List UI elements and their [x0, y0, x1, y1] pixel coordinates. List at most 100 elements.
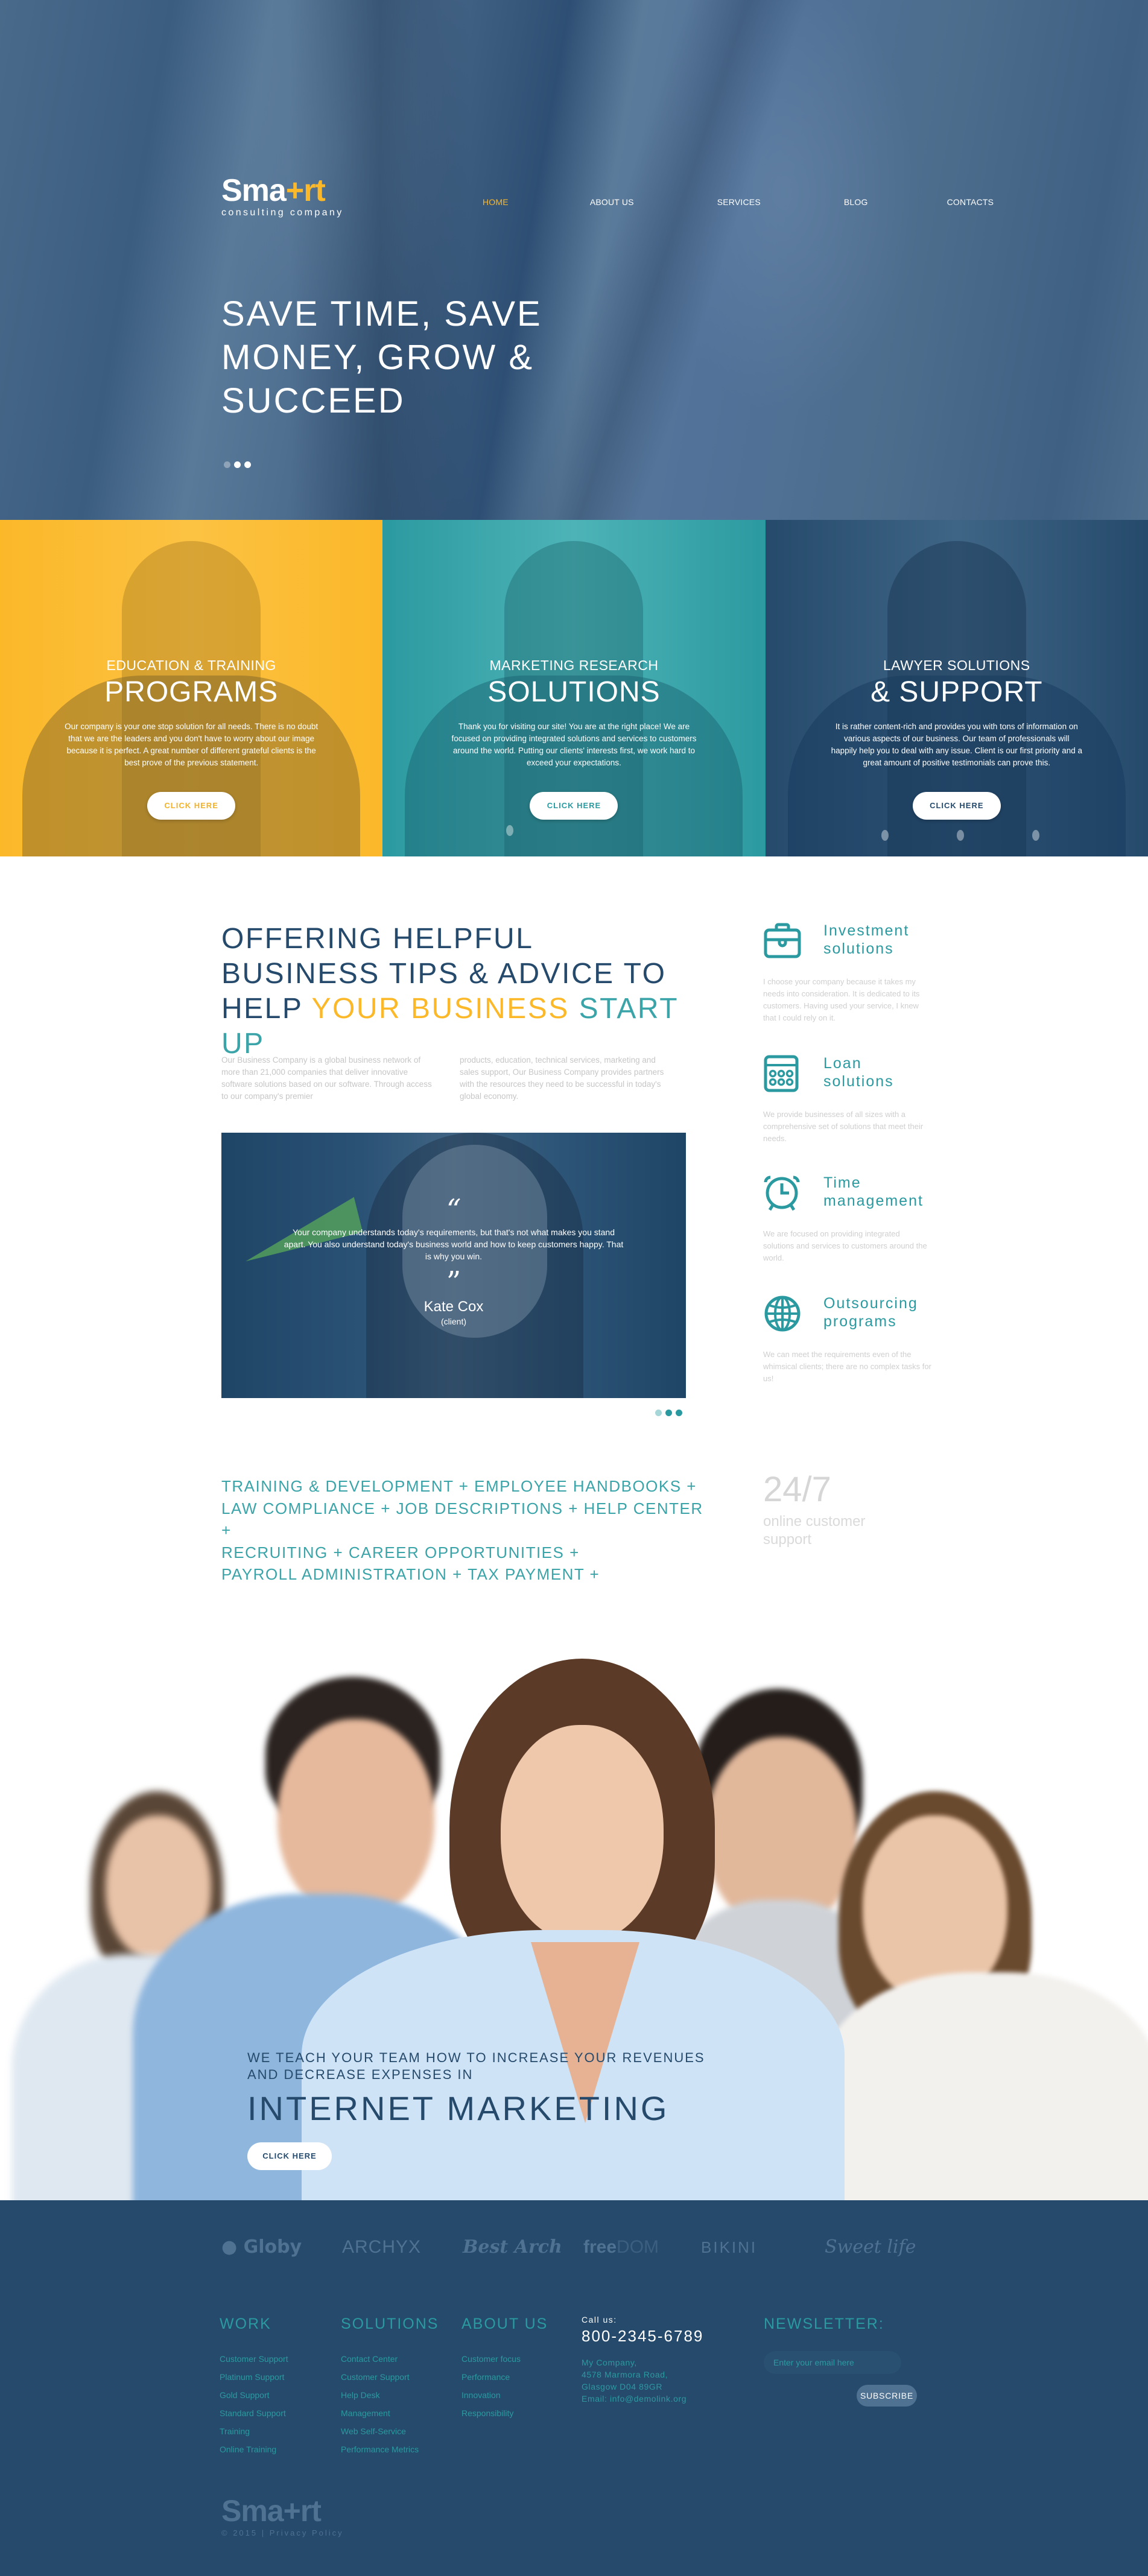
- panel-text: It is rather content-rich and provides y…: [831, 722, 1083, 767]
- calculator-icon: [764, 1055, 799, 1092]
- partner-logo-freedom[interactable]: freeDOM: [583, 2229, 659, 2265]
- footer-logo-wordmark: Sma+rt: [221, 2496, 344, 2526]
- tag-line: PAYROLL ADMINISTRATION + TAX PAYMENT +: [221, 1565, 600, 1583]
- team-banner-click-here-button[interactable]: CLICK HERE: [247, 2142, 332, 2170]
- tag-line: TRAINING & DEVELOPMENT + EMPLOYEE HANDBO…: [221, 1477, 697, 1495]
- footer-column-work: WORK Customer Support Platinum Support G…: [220, 2315, 288, 2458]
- footer-link[interactable]: Gold Support: [220, 2386, 288, 2404]
- footer-link[interactable]: Training: [220, 2422, 288, 2440]
- footer-link[interactable]: Web Self-Service: [341, 2422, 439, 2440]
- about-heading: OFFERING HELPFUL BUSINESS TIPS & ADVICE …: [221, 922, 680, 1062]
- footer-link[interactable]: Customer Support: [220, 2350, 288, 2368]
- slider-dot[interactable]: [224, 461, 230, 468]
- footer-link[interactable]: Customer focus: [461, 2350, 548, 2368]
- service-title: Loan solutions: [823, 1054, 894, 1090]
- service-title-line: Outsourcing: [823, 1295, 918, 1312]
- footer-link[interactable]: Online Training: [220, 2440, 288, 2458]
- team-photo-person: [277, 1719, 434, 1918]
- team-banner-subtitle: WE TEACH YOUR TEAM HOW TO INCREASE YOUR …: [247, 2050, 705, 2082]
- copyright-privacy-policy[interactable]: © 2015 | Privacy Policy: [221, 2528, 344, 2537]
- newsletter-title: NEWSLETTER:: [764, 2315, 884, 2332]
- panel-subtitle: EDUCATION & TRAINING: [106, 657, 276, 673]
- panel-click-here-button[interactable]: CLICK HERE: [147, 792, 236, 820]
- service-item[interactable]: Time management We are focused on providi…: [763, 1174, 944, 1294]
- address-company: My Company,: [582, 2358, 637, 2367]
- slider-dot-active[interactable]: [234, 461, 241, 468]
- contact-email[interactable]: Email: info@demolink.org: [582, 2393, 703, 2405]
- hero-title-line: MONEY, GROW &: [221, 338, 534, 377]
- newsletter: NEWSLETTER: SUBSCRIBE: [764, 2315, 922, 2407]
- quote-close-icon: ”: [446, 1265, 461, 1299]
- panel-subtitle: LAWYER SOLUTIONS: [883, 657, 1030, 673]
- nav-contacts[interactable]: CONTACTS: [947, 197, 994, 207]
- panel-title: SOLUTIONS: [487, 676, 661, 708]
- panel-click-here-button[interactable]: CLICK HERE: [530, 792, 618, 820]
- footer-link[interactable]: Management: [341, 2404, 439, 2422]
- service-title-line: management: [823, 1192, 924, 1209]
- newsletter-email-input[interactable]: [764, 2351, 901, 2374]
- address: My Company, 4578 Marmora Road, Glasgow D…: [582, 2356, 703, 2405]
- testimonial-card: “ Your company understands today's requi…: [221, 1133, 686, 1398]
- page: Sma+rt consulting company HOME ABOUT US …: [0, 0, 1148, 2576]
- service-title: Outsourcing programs: [823, 1294, 918, 1331]
- service-title-line: Time: [823, 1174, 861, 1191]
- hero-title: SAVE TIME, SAVE MONEY, GROW & SUCCEED: [221, 293, 607, 423]
- panel-click-here-button[interactable]: CLICK HERE: [912, 792, 1001, 820]
- team-photo-main-face: [501, 1725, 664, 1942]
- slider-dot[interactable]: [665, 1410, 672, 1416]
- tag-line: RECRUITING + CAREER OPPORTUNITIES +: [221, 1543, 580, 1562]
- nav-home[interactable]: HOME: [483, 197, 509, 207]
- nav-services[interactable]: SERVICES: [717, 197, 761, 207]
- footer-link[interactable]: Contact Center: [341, 2350, 439, 2368]
- service-item[interactable]: Outsourcing programs We can meet the requ…: [763, 1294, 944, 1415]
- about-text-col1: Our Business Company is a global busines…: [221, 1055, 432, 1101]
- service-title-line: programs: [823, 1313, 897, 1330]
- hero-slider-pagination: [224, 461, 251, 468]
- support-hours: 24/7: [763, 1470, 831, 1509]
- slider-dot[interactable]: [244, 461, 251, 468]
- logo-part1: Sma: [221, 2494, 284, 2528]
- service-item[interactable]: Investment solutions I choose your compan…: [763, 922, 944, 1042]
- footer-link[interactable]: Responsibility: [461, 2404, 548, 2422]
- service-title: Investment solutions: [823, 922, 909, 958]
- partner-logo-text: Globy: [243, 2236, 302, 2258]
- footer-link[interactable]: Customer Support: [341, 2368, 439, 2386]
- nav-blog[interactable]: BLOG: [844, 197, 868, 207]
- footer-link[interactable]: Standard Support: [220, 2404, 288, 2422]
- partner-logo-archyx[interactable]: ARCHYX: [342, 2229, 421, 2265]
- phone-number[interactable]: 800-2345-6789: [582, 2327, 703, 2346]
- panel-education: EDUCATION & TRAINING PROGRAMS Our compan…: [0, 520, 383, 856]
- logo-plus: +: [285, 173, 304, 208]
- subscribe-button[interactable]: SUBSCRIBE: [857, 2385, 917, 2407]
- service-title-line: Loan: [823, 1055, 862, 1072]
- slider-dot[interactable]: [655, 1410, 662, 1416]
- partner-logo-bikini[interactable]: BIKINI: [701, 2229, 757, 2265]
- service-text: I choose your company because it takes m…: [763, 977, 920, 1022]
- nav-about-us[interactable]: ABOUT US: [590, 197, 634, 207]
- partner-logo-best-arch[interactable]: Best Arch: [463, 2229, 562, 2265]
- partner-logo-globy[interactable]: ● Globy: [221, 2229, 302, 2265]
- panel-title: & SUPPORT: [871, 676, 1043, 708]
- shirt-button: [1032, 830, 1039, 841]
- footer-link[interactable]: Innovation: [461, 2386, 548, 2404]
- service-title-line: Investment: [823, 922, 910, 939]
- panel-title: PROGRAMS: [104, 676, 279, 708]
- footer-logo[interactable]: Sma+rt © 2015 | Privacy Policy: [221, 2496, 344, 2537]
- team-banner-title: INTERNET MARKETING: [247, 2089, 670, 2127]
- partner-logo-sweet-life[interactable]: Sweet life: [825, 2229, 916, 2265]
- about-text-col2: products, education, technical services,…: [460, 1055, 664, 1101]
- footer-link[interactable]: Performance Metrics: [341, 2440, 439, 2458]
- support-label: online customer support: [763, 1513, 866, 1548]
- main-nav: HOME ABOUT US SERVICES BLOG CONTACTS: [483, 197, 994, 207]
- slider-dot[interactable]: [676, 1410, 682, 1416]
- service-title: Time management: [823, 1174, 924, 1210]
- footer-link[interactable]: Platinum Support: [220, 2368, 288, 2386]
- logo[interactable]: Sma+rt consulting company: [221, 175, 344, 218]
- testimonial-role: (client): [440, 1317, 466, 1326]
- footer-link[interactable]: Performance: [461, 2368, 548, 2386]
- footer-link[interactable]: Help Desk: [341, 2386, 439, 2404]
- footer-column-solutions: SOLUTIONS Contact Center Customer Suppor…: [341, 2315, 439, 2458]
- globe-icon: [764, 1296, 801, 1332]
- service-item[interactable]: Loan solutions We provide businesses of a…: [763, 1054, 944, 1175]
- globe-icon: ●: [221, 2236, 238, 2258]
